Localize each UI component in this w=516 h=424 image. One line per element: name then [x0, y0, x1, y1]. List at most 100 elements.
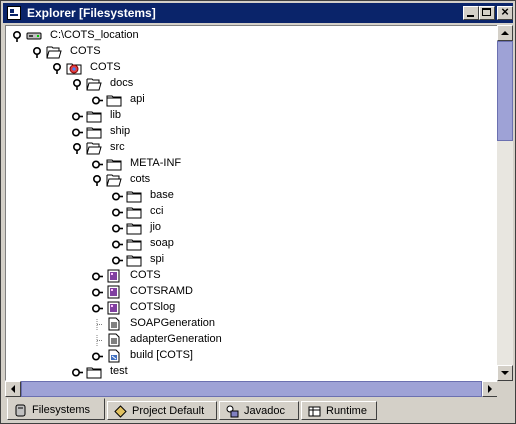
tree-node-label: build [COTS]	[130, 349, 193, 361]
module-icon	[66, 61, 82, 75]
tree-node-label: api	[130, 93, 145, 105]
collapse-handle-icon[interactable]	[72, 79, 83, 90]
folder-open-icon	[86, 141, 102, 155]
tree-node-label: SOAPGeneration	[130, 317, 215, 329]
vertical-scrollbar[interactable]	[497, 25, 513, 381]
filesystem-tree[interactable]: C:\COTS_location COTS COTS docs api lib ship sr…	[5, 25, 498, 381]
tab-label: Javadoc	[244, 405, 285, 417]
tree-node-label: C:\COTS_location	[50, 29, 139, 41]
scroll-left-button[interactable]	[5, 381, 21, 397]
drive-icon	[26, 29, 42, 43]
tree-node-label: docs	[110, 77, 134, 89]
tab-label: Project Default	[132, 405, 205, 417]
expand-handle-icon[interactable]	[92, 271, 103, 282]
expand-handle-icon[interactable]	[92, 287, 103, 298]
filesystems-icon	[14, 404, 27, 417]
runtime-icon	[308, 405, 321, 418]
tree-node-label: COTSRAMD	[130, 285, 193, 297]
tree-node-label: lib	[110, 109, 122, 121]
form-icon	[106, 285, 122, 299]
collapse-handle-icon[interactable]	[12, 31, 23, 42]
vertical-scroll-thumb[interactable]	[497, 41, 513, 141]
javadoc-icon	[226, 405, 239, 418]
tree-node-label: cots	[130, 173, 151, 185]
folder-icon	[106, 157, 122, 171]
folder-icon	[86, 365, 102, 379]
tab-javadoc[interactable]: Javadoc	[219, 401, 299, 420]
expand-handle-icon[interactable]	[92, 351, 103, 362]
folder-icon	[86, 109, 102, 123]
tab-runtime[interactable]: Runtime	[301, 401, 377, 420]
expand-handle-icon[interactable]	[72, 367, 83, 378]
close-button[interactable]: ×	[497, 4, 513, 20]
horizontal-scrollbar[interactable]	[5, 381, 498, 397]
tab-project-default[interactable]: Project Default	[107, 401, 217, 420]
expand-handle-icon[interactable]	[92, 303, 103, 314]
expand-handle-icon[interactable]	[72, 111, 83, 122]
expand-handle-icon[interactable]	[112, 207, 123, 218]
folder-icon	[126, 237, 142, 251]
project-icon	[114, 405, 127, 418]
scroll-down-button[interactable]	[497, 365, 513, 381]
folder-icon	[126, 189, 142, 203]
title-bar[interactable]: Explorer [Filesystems] ×	[3, 3, 513, 23]
tree-node-label: META-INF	[130, 157, 182, 169]
folder-icon	[126, 205, 142, 219]
tree-line-icon	[92, 335, 103, 346]
folder-open-icon	[106, 173, 122, 187]
arrow-down-icon	[501, 371, 509, 375]
tab-label: Runtime	[326, 405, 367, 417]
expand-handle-icon[interactable]	[112, 223, 123, 234]
close-icon: ×	[501, 4, 509, 19]
horizontal-scroll-thumb[interactable]	[21, 381, 482, 397]
tree-node-label: test	[110, 365, 128, 377]
folder-open-icon	[86, 77, 102, 91]
collapse-handle-icon[interactable]	[92, 175, 103, 186]
tree-node-label: src	[110, 141, 125, 153]
tree-node-label: jio	[150, 221, 162, 233]
arrow-left-icon	[11, 385, 15, 393]
arrow-right-icon	[488, 385, 492, 393]
explorer-window: Explorer [Filesystems] × C:\COTS_locatio…	[0, 0, 516, 424]
arrow-up-icon	[501, 31, 509, 35]
expand-handle-icon[interactable]	[112, 255, 123, 266]
window-icon[interactable]	[7, 6, 21, 20]
window-title: Explorer [Filesystems]	[27, 6, 156, 20]
expand-handle-icon[interactable]	[112, 191, 123, 202]
tree-node-label: COTS	[90, 61, 121, 73]
form-icon	[106, 301, 122, 315]
maximize-button[interactable]	[479, 6, 495, 20]
tree-node-label: soap	[150, 237, 174, 249]
scroll-up-button[interactable]	[497, 25, 513, 41]
collapse-handle-icon[interactable]	[72, 143, 83, 154]
document-icon	[106, 333, 122, 347]
form-icon	[106, 269, 122, 283]
tree-node-label: COTS	[70, 45, 101, 57]
collapse-handle-icon[interactable]	[52, 63, 63, 74]
tree-node-label: ship	[110, 125, 131, 137]
folder-icon	[106, 93, 122, 107]
tree-node-label: cci	[150, 205, 164, 217]
collapse-handle-icon[interactable]	[32, 47, 43, 58]
tree-node-label: COTS	[130, 269, 161, 281]
folder-icon	[126, 221, 142, 235]
scroll-right-button[interactable]	[482, 381, 498, 397]
tree-line-icon	[92, 319, 103, 330]
tree-node-label: base	[150, 189, 174, 201]
expand-handle-icon[interactable]	[72, 127, 83, 138]
minimize-button[interactable]	[463, 6, 479, 20]
scroll-corner	[497, 381, 513, 397]
expand-handle-icon[interactable]	[92, 159, 103, 170]
folder-icon	[86, 125, 102, 139]
tree-node-label: adapterGeneration	[130, 333, 222, 345]
tree-node-label: COTSlog	[130, 301, 176, 313]
expand-handle-icon[interactable]	[92, 95, 103, 106]
tree-node-label: spi	[150, 253, 165, 265]
build-icon	[106, 349, 122, 363]
folder-open-icon	[46, 45, 62, 59]
document-icon	[106, 317, 122, 331]
folder-icon	[126, 253, 142, 267]
explorer-tab-bar: Filesystems Project Default Javadoc Runtime	[3, 398, 513, 423]
tab-filesystems[interactable]: Filesystems	[7, 398, 105, 420]
expand-handle-icon[interactable]	[112, 239, 123, 250]
